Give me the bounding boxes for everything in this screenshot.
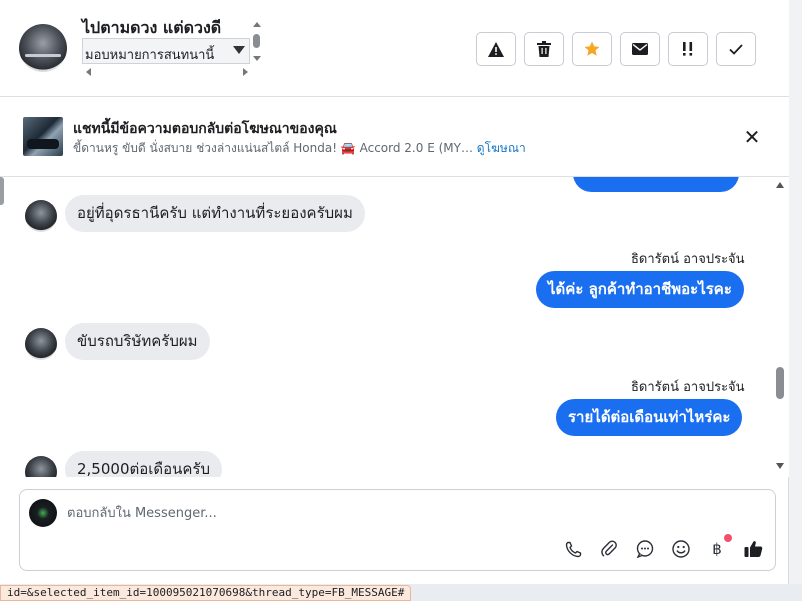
thread-header: ไปตามดวง แต่ดวงดี มอบหมายการสนทนานี้ <box>0 0 789 97</box>
star-button[interactable] <box>572 32 612 66</box>
message-sender-name: ธิดารัตน์ อาจประจัน <box>631 252 745 267</box>
scroll-up-arrow-icon[interactable] <box>776 182 784 188</box>
scroll-thumb[interactable] <box>776 367 784 399</box>
mark-done-button[interactable] <box>716 32 756 66</box>
message-list[interactable]: อยู่ที่อุดรธานีครับ แต่ทำงานที่ระยองครับ… <box>0 177 789 477</box>
ad-reply-banner: แชทนี้มีข้อความตอบกลับต่อโฆษณาของคุณ ขี้… <box>0 97 789 177</box>
star-icon <box>584 41 600 56</box>
trash-icon <box>537 41 551 57</box>
mark-unread-button[interactable] <box>620 32 660 66</box>
select-vertical-scrollbar[interactable] <box>251 20 262 66</box>
reply-input[interactable] <box>67 500 747 526</box>
follow-up-button[interactable] <box>668 32 708 66</box>
emoji-icon[interactable] <box>670 538 692 560</box>
thumbs-up-icon[interactable] <box>742 538 764 560</box>
contact-avatar[interactable] <box>19 24 67 72</box>
chat-bubble-icon[interactable] <box>634 538 656 560</box>
message-bubble-partial <box>573 177 739 192</box>
check-icon <box>729 43 743 55</box>
assign-conversation-select[interactable]: มอบหมายการสนทนานี้ <box>82 38 250 64</box>
message-bubble-incoming: อยู่ที่อุดรธานีครับ แต่ทำงานที่ระยองครับ… <box>65 195 365 232</box>
scroll-thumb[interactable] <box>253 34 260 48</box>
paperclip-icon[interactable] <box>598 538 620 560</box>
chevron-down-icon[interactable] <box>233 46 245 54</box>
ad-banner-title: แชทนี้มีข้อความตอบกลับต่อโฆษณาของคุณ <box>73 121 337 137</box>
sender-avatar[interactable] <box>25 200 57 232</box>
sender-avatar[interactable] <box>25 328 57 360</box>
assign-select-value: มอบหมายการสนทนานี้ <box>85 48 215 63</box>
sender-avatar[interactable] <box>25 456 57 477</box>
message-bubble-outgoing: ได้ค่ะ ลูกค้าทำอาชีพอะไรคะ <box>536 271 744 308</box>
phone-icon[interactable] <box>562 538 584 560</box>
inbox-thread-panel: ไปตามดวง แต่ดวงดี มอบหมายการสนทนานี้ แชท… <box>0 0 789 584</box>
message-list-scrollbar[interactable] <box>772 177 788 477</box>
report-spam-button[interactable] <box>476 32 516 66</box>
envelope-icon <box>632 43 648 55</box>
warning-icon <box>488 41 504 57</box>
view-ad-link[interactable]: ดูโฆษณา <box>477 141 526 155</box>
scroll-down-arrow-icon[interactable] <box>253 56 261 61</box>
scroll-down-arrow-icon[interactable] <box>776 463 784 469</box>
message-bubble-outgoing: รายได้ต่อเดือนเท่าไหร่คะ <box>556 399 743 436</box>
exclamation-icon <box>683 42 693 56</box>
ad-thumbnail[interactable] <box>23 117 63 156</box>
delete-button[interactable] <box>524 32 564 66</box>
scroll-left-arrow-icon[interactable] <box>86 68 91 76</box>
panel-resize-handle[interactable] <box>0 177 4 205</box>
page-scrollbar-track[interactable] <box>789 0 802 584</box>
baht-icon[interactable]: ฿ <box>706 538 728 560</box>
message-sender-name: ธิดารัตน์ อาจประจัน <box>631 380 745 395</box>
select-horizontal-scrollbar[interactable] <box>84 66 262 76</box>
message-bubble-incoming: ขับรถบริษัทครับผม <box>65 323 210 360</box>
scroll-up-arrow-icon[interactable] <box>253 22 261 27</box>
ad-banner-description: ขี้ดานหรู ขับดี นั่งสบาย ช่วงล่างแน่นสไต… <box>73 139 526 158</box>
page-avatar <box>29 499 57 527</box>
reply-composer: ฿ <box>19 489 776 571</box>
ad-description-text: ขี้ดานหรู ขับดี นั่งสบาย ช่วงล่างแน่นสไต… <box>73 141 473 155</box>
scroll-right-arrow-icon[interactable] <box>243 68 248 76</box>
close-icon[interactable]: ✕ <box>742 127 762 148</box>
message-bubble-incoming: 2,5000ต่อเดือนครับ <box>65 451 222 477</box>
status-url-bar: id=&selected_item_id=100095021070698&thr… <box>0 585 412 601</box>
notification-dot <box>724 534 732 542</box>
